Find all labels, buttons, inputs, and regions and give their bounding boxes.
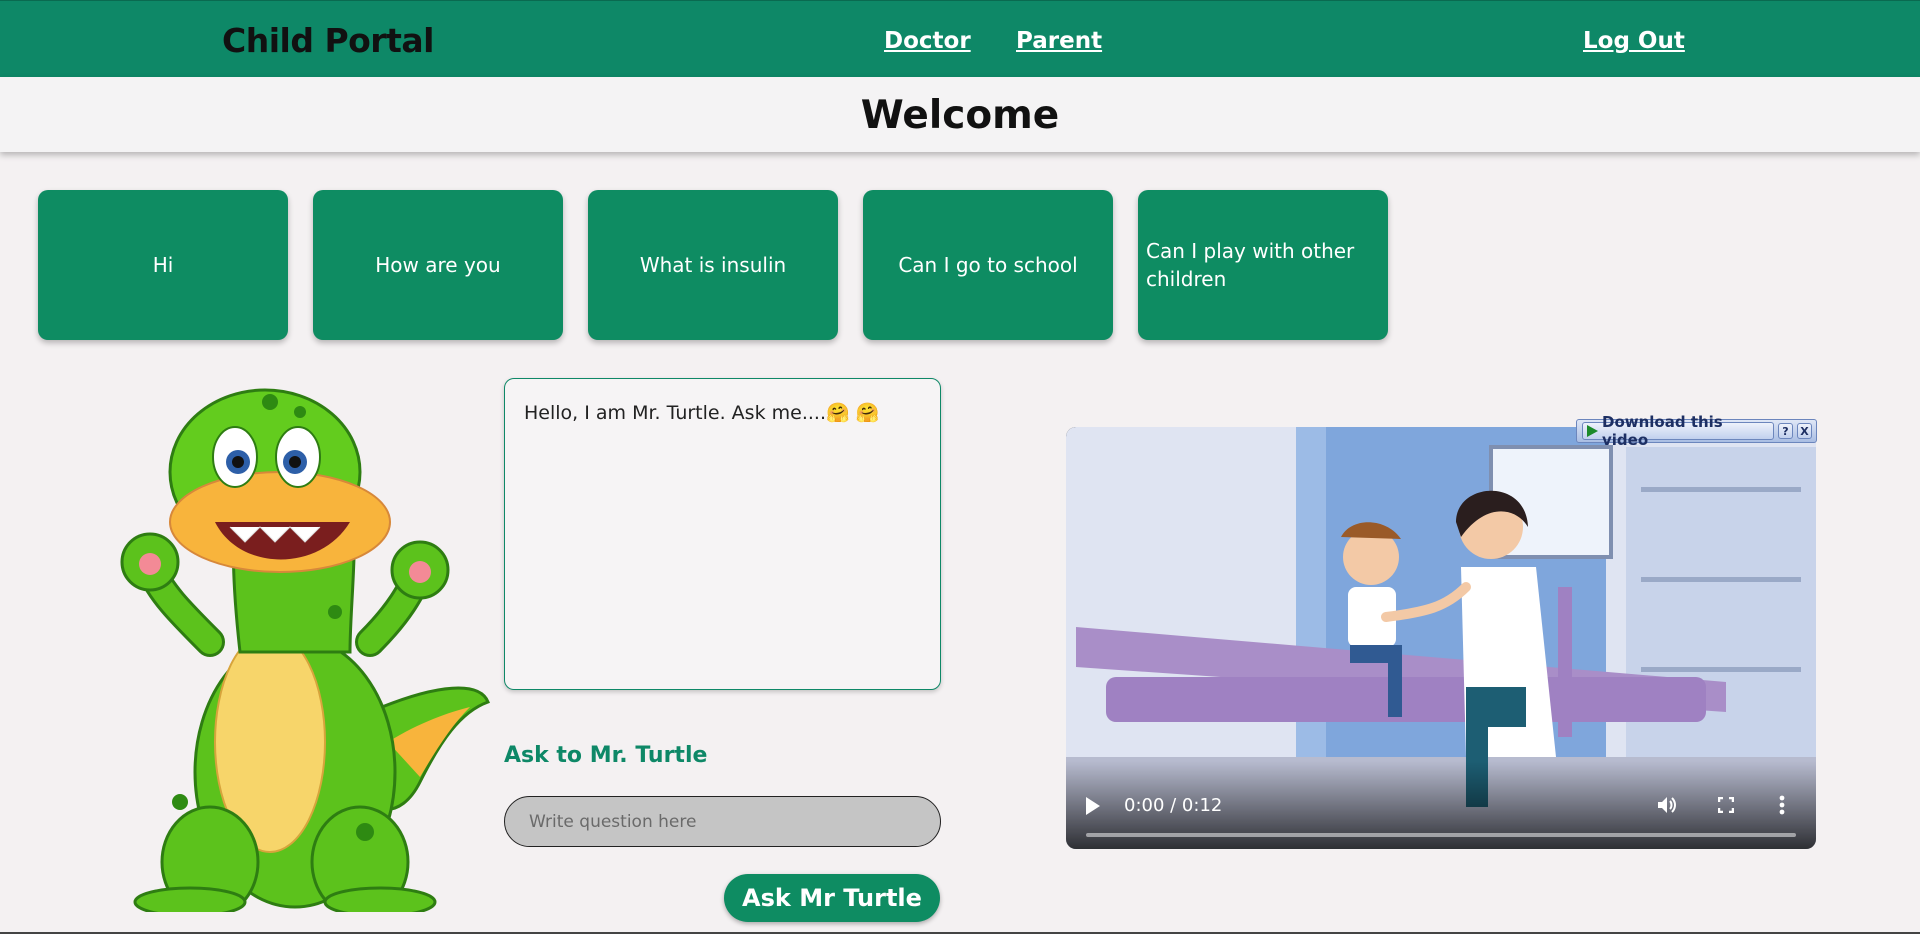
play-icon[interactable] (1086, 797, 1100, 815)
close-button[interactable]: X (1797, 423, 1812, 439)
quick-question-insulin[interactable]: What is insulin (588, 190, 838, 340)
help-button[interactable]: ? (1778, 423, 1793, 439)
quick-question-play[interactable]: Can I play with other children (1138, 190, 1388, 340)
video-progress-bar[interactable] (1086, 833, 1796, 837)
ask-mr-turtle-button[interactable]: Ask Mr Turtle (724, 874, 940, 922)
welcome-banner: Welcome (0, 77, 1920, 152)
quick-question-school[interactable]: Can I go to school (863, 190, 1113, 340)
nav-doctor-link[interactable]: Doctor (884, 28, 971, 54)
quick-question-how-are-you[interactable]: How are you (313, 190, 563, 340)
video-controls: 0:00 / 0:12 (1066, 761, 1816, 849)
dinosaur-mascot-image (120, 388, 490, 912)
ask-label: Ask to Mr. Turtle (504, 743, 708, 768)
brand-title: Child Portal (222, 21, 434, 60)
top-navbar: Child Portal Doctor Parent Log Out (0, 0, 1920, 77)
question-input[interactable] (504, 796, 941, 847)
download-video-label: Download this video (1602, 413, 1723, 449)
video-timecode: 0:00 / 0:12 (1124, 795, 1223, 816)
download-play-icon (1587, 425, 1598, 437)
volume-icon[interactable] (1656, 795, 1678, 815)
quick-question-hi[interactable]: Hi (38, 190, 288, 340)
chat-response-box: Hello, I am Mr. Turtle. Ask me....🤗 🤗 (504, 378, 941, 690)
video-player[interactable]: 0:00 / 0:12 (1066, 427, 1816, 849)
more-options-icon[interactable] (1779, 795, 1785, 815)
download-video-toolbar: Download this video ? X (1576, 413, 1817, 449)
logout-link[interactable]: Log Out (1583, 28, 1685, 54)
page-title: Welcome (860, 93, 1060, 138)
nav-parent-link[interactable]: Parent (1016, 28, 1102, 54)
fullscreen-icon[interactable] (1718, 797, 1734, 813)
download-video-button[interactable]: Download this video (1582, 413, 1774, 449)
chat-message: Hello, I am Mr. Turtle. Ask me....🤗 🤗 (524, 402, 880, 424)
